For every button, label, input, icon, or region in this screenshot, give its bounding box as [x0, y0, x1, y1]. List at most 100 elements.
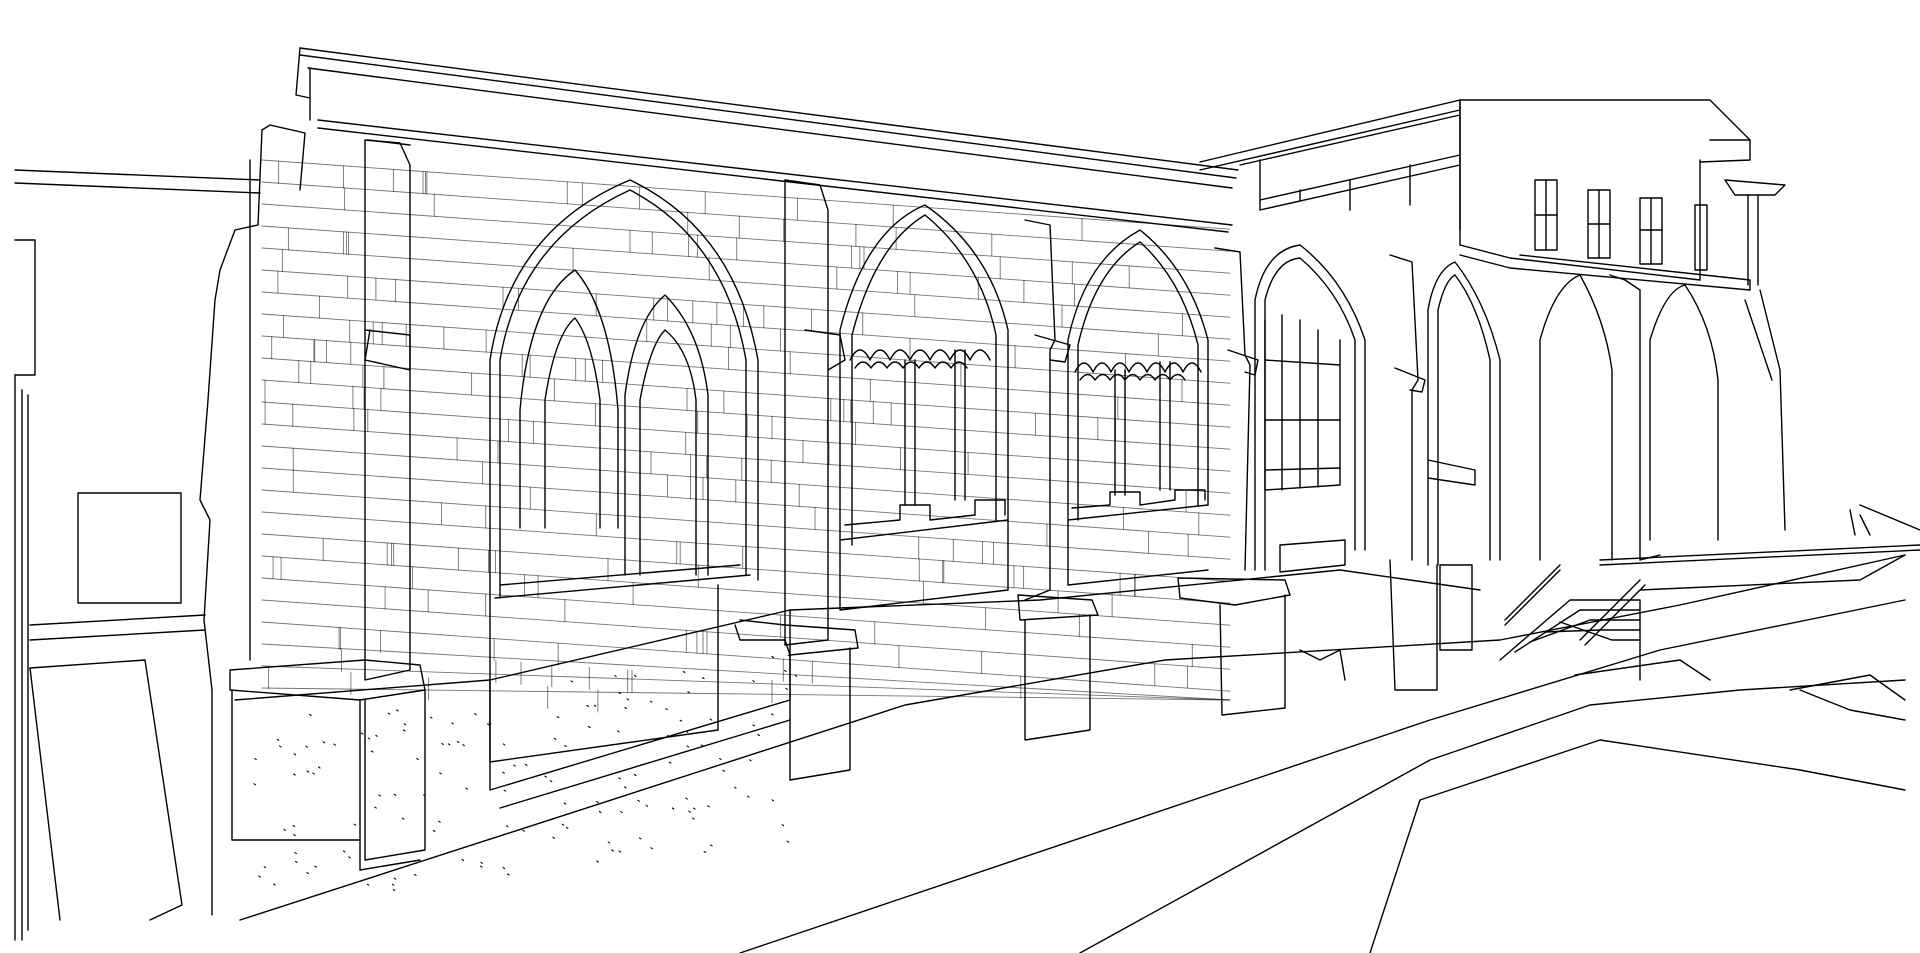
church-ruin-elevation — [14, 47, 1920, 953]
ground-speck — [480, 861, 483, 864]
ground-speck — [650, 847, 653, 850]
ground-speck — [679, 719, 683, 722]
ground-speck — [722, 769, 725, 772]
ground-speck — [564, 745, 567, 748]
ground-speck — [416, 758, 419, 761]
stone-course-line — [261, 247, 1231, 318]
stone-course-line — [261, 687, 1231, 701]
ground-speck — [378, 794, 381, 797]
ground-speck — [593, 704, 597, 707]
trefoil-tracery — [849, 349, 991, 369]
ground-speck — [596, 801, 599, 804]
ground-speck — [317, 766, 321, 769]
ground-speck — [263, 866, 267, 869]
ground-speck — [524, 763, 528, 766]
ground-speck — [633, 674, 637, 677]
ground-speck — [596, 860, 599, 863]
ground-speck — [312, 772, 315, 775]
ground-speck — [342, 850, 346, 853]
ground-speck — [502, 867, 506, 870]
stone-course-line — [261, 291, 1231, 362]
ground-speck — [401, 817, 405, 820]
ground-speck — [293, 753, 297, 756]
left-boundary-wall — [14, 169, 261, 941]
ground-speck — [507, 873, 510, 876]
ground-speck — [293, 834, 296, 837]
ground-speck — [505, 825, 509, 828]
ground-speck — [771, 799, 775, 802]
stone-course-line — [261, 643, 1231, 701]
ground-speck — [367, 737, 371, 740]
ground-speck — [719, 757, 722, 760]
ground-speck — [479, 865, 483, 868]
ground-speck — [598, 810, 602, 814]
ground-speck — [620, 811, 623, 814]
ground-speck — [292, 825, 296, 828]
ground-speck — [549, 780, 553, 783]
ground-speck — [293, 773, 296, 776]
ground-speck — [784, 669, 787, 672]
ground-speck — [278, 745, 282, 748]
ground-speck — [552, 836, 555, 839]
ground-speck — [607, 841, 611, 844]
ground-speck — [649, 700, 653, 703]
ground-speck — [348, 856, 351, 859]
ground-speck — [682, 670, 686, 674]
ground-speck — [402, 729, 406, 732]
ground-speck — [253, 783, 256, 786]
stone-course-line — [261, 181, 1231, 252]
ground-speck — [306, 770, 310, 773]
ground-speck — [685, 797, 688, 800]
ground-speck — [438, 820, 441, 823]
ground-speck — [387, 712, 391, 715]
ground-speck — [465, 787, 469, 790]
ground-speck — [374, 806, 377, 809]
ground-speck — [556, 716, 560, 719]
ground-speck — [633, 773, 637, 777]
ground-speck — [752, 724, 755, 727]
ground-speck — [686, 745, 690, 748]
ground-speck — [771, 655, 775, 659]
stone-course-line — [261, 269, 1231, 340]
ground-speck — [563, 802, 567, 805]
ground-speck — [687, 691, 690, 694]
ground-speck — [487, 723, 490, 726]
ground-speck — [561, 823, 565, 826]
ground-speck — [693, 807, 696, 810]
stone-course-line — [261, 225, 1231, 296]
ground-speck — [757, 733, 760, 737]
ground-speck — [258, 875, 261, 878]
rear-building — [1199, 99, 1786, 561]
ground-speck — [665, 708, 668, 711]
stone-course-line — [261, 203, 1231, 274]
ground-speck — [570, 680, 574, 683]
ground-speck — [513, 764, 516, 767]
ground-speck — [375, 734, 378, 737]
buttress-3 — [1017, 219, 1099, 741]
ground-speck — [611, 849, 614, 852]
ground-speck — [392, 888, 396, 891]
ground-speck — [403, 723, 407, 726]
ground-speck — [703, 850, 707, 853]
window-bay-4 — [1254, 244, 1366, 681]
stone-course-line — [261, 621, 1231, 692]
window-bay-3 — [1067, 229, 1209, 586]
ground-speck — [447, 743, 451, 746]
ground-speck — [272, 883, 276, 886]
ground-speck — [502, 771, 505, 774]
ground-speck — [553, 737, 557, 740]
ground-speck — [413, 873, 417, 876]
ground-speck — [474, 713, 477, 716]
ground-speck — [618, 850, 622, 853]
ground-speck — [692, 817, 695, 820]
ground-speck — [544, 775, 547, 778]
ground-speck — [771, 713, 774, 716]
ground-speck — [333, 743, 336, 746]
ground-speck — [502, 743, 506, 746]
ground-speck — [393, 793, 397, 796]
ground-speck — [503, 789, 507, 792]
ground-speck — [294, 851, 297, 854]
ground-speck — [432, 829, 436, 833]
ground-speck — [461, 858, 465, 862]
ground-speck — [709, 718, 713, 721]
